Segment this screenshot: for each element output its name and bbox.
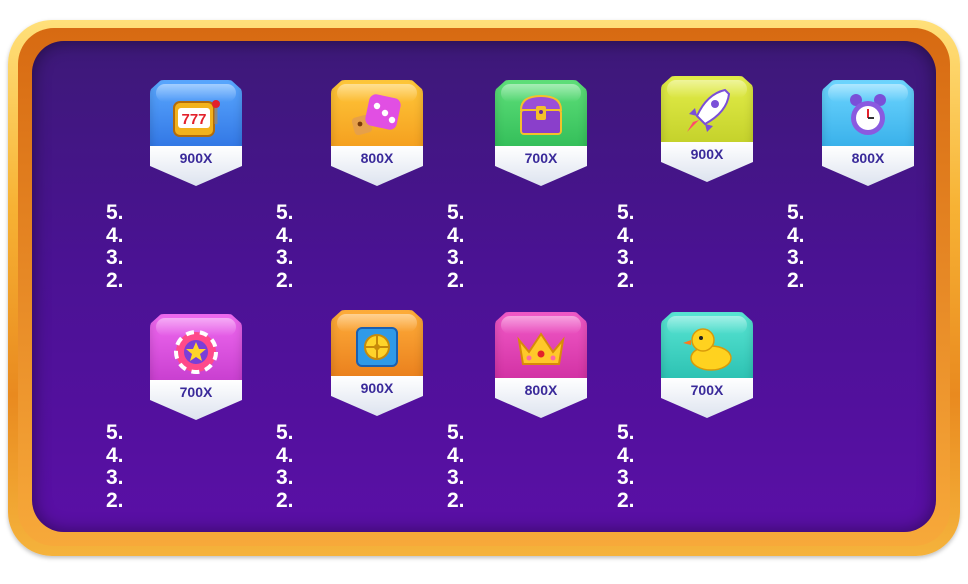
- treasure-chest-icon: [519, 94, 563, 135]
- pay-5: 5.: [447, 421, 465, 444]
- pay-5: 5.: [617, 421, 635, 444]
- pay-2: 2.: [276, 268, 294, 292]
- alarm-clock-icon: [850, 94, 886, 135]
- pay-list: 5. 4. 3. 2.: [106, 201, 146, 292]
- rocket-icon: [687, 88, 731, 132]
- rubber-duck-icon: [683, 328, 732, 371]
- pay-3: 3.: [106, 466, 124, 489]
- symbol-card-star-chip: 700X: [150, 314, 242, 422]
- multiplier-label: 900X: [179, 150, 213, 166]
- multiplier-label: 800X: [524, 382, 558, 398]
- pay-4: 4.: [617, 443, 635, 467]
- multiplier-label: 700X: [524, 150, 558, 166]
- pay-2: 2.: [447, 488, 465, 512]
- pay-4: 4.: [106, 443, 124, 467]
- pay-list: 5. 4. 3. 2.: [617, 201, 657, 292]
- pay-2: 2.: [787, 268, 805, 292]
- pay-5: 5.: [276, 201, 294, 224]
- pay-list: 5. 4. 3. 2.: [447, 201, 487, 292]
- multiplier-label: 700X: [690, 382, 724, 398]
- pay-3: 3.: [787, 246, 805, 269]
- pay-list: 5. 4. 3. 2.: [276, 421, 316, 512]
- symbol-card-dice: 800X: [331, 80, 423, 188]
- symbol-card-slot-machine: 777 900X: [150, 80, 242, 188]
- pay-2: 2.: [617, 488, 635, 512]
- star-chip-icon: [174, 330, 218, 374]
- pay-5: 5.: [106, 201, 124, 224]
- pay-5: 5.: [447, 201, 465, 224]
- pay-2: 2.: [106, 268, 124, 292]
- multiplier-label: 800X: [360, 150, 394, 166]
- dice-icon: [351, 94, 401, 136]
- safe-icon: [356, 327, 398, 367]
- multiplier-label: 900X: [360, 380, 394, 396]
- pay-list: 5. 4. 3. 2.: [787, 201, 827, 292]
- pay-4: 4.: [276, 223, 294, 247]
- pay-4: 4.: [617, 223, 635, 247]
- crown-icon: [517, 332, 565, 365]
- multiplier-label: 800X: [851, 150, 885, 166]
- pay-4: 4.: [787, 223, 805, 247]
- pay-4: 4.: [106, 223, 124, 247]
- pay-2: 2.: [276, 488, 294, 512]
- pay-list: 5. 4. 3. 2.: [617, 421, 657, 512]
- symbol-card-rocket: 900X: [661, 76, 753, 184]
- symbol-card-safe: 900X: [331, 310, 423, 418]
- pay-3: 3.: [276, 246, 294, 269]
- pay-5: 5.: [106, 421, 124, 444]
- pay-5: 5.: [276, 421, 294, 444]
- pay-list: 5. 4. 3. 2.: [276, 201, 316, 292]
- pay-2: 2.: [106, 488, 124, 512]
- pay-3: 3.: [447, 246, 465, 269]
- pay-2: 2.: [447, 268, 465, 292]
- pay-5: 5.: [617, 201, 635, 224]
- symbol-card-crown: 800X: [495, 312, 587, 420]
- pay-5: 5.: [787, 201, 805, 224]
- pay-2: 2.: [617, 268, 635, 292]
- pay-3: 3.: [106, 246, 124, 269]
- pay-4: 4.: [447, 443, 465, 467]
- multiplier-label: 700X: [179, 384, 213, 400]
- pay-4: 4.: [447, 223, 465, 247]
- pay-3: 3.: [617, 466, 635, 489]
- pay-3: 3.: [617, 246, 635, 269]
- pay-list: 5. 4. 3. 2.: [106, 421, 146, 512]
- symbol-card-alarm-clock: 800X: [822, 80, 914, 188]
- symbol-card-treasure-chest: 700X: [495, 80, 587, 188]
- pay-4: 4.: [276, 443, 294, 467]
- pay-list: 5. 4. 3. 2.: [447, 421, 487, 512]
- slot-machine-777-icon: 777: [173, 100, 220, 137]
- multiplier-label: 900X: [690, 146, 724, 162]
- pay-3: 3.: [447, 466, 465, 489]
- pay-3: 3.: [276, 466, 294, 489]
- symbol-card-rubber-duck: 700X: [661, 312, 753, 420]
- svg-text:777: 777: [181, 111, 206, 128]
